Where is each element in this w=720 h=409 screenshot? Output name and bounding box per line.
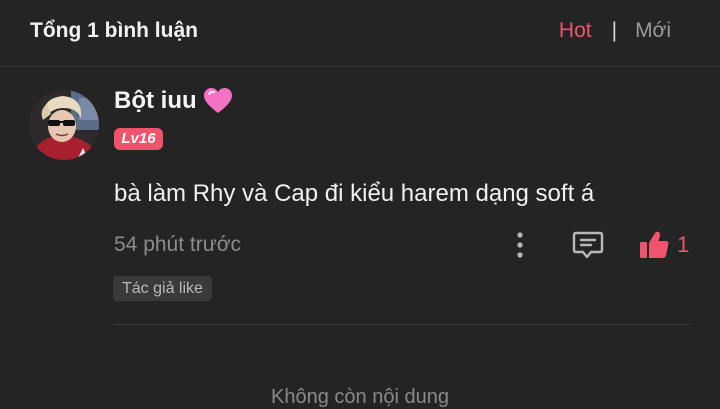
- divider: [113, 324, 690, 325]
- comments-header: Tổng 1 bình luận Hot | Mới: [0, 0, 720, 67]
- sort-new-tab[interactable]: Mới: [635, 19, 671, 43]
- no-more-content-text: Không còn nội dung: [271, 386, 449, 408]
- more-options-icon[interactable]: [510, 230, 530, 260]
- reply-icon[interactable]: [572, 230, 604, 260]
- sort-options: Hot | Mới: [559, 19, 671, 43]
- like-count: 1: [677, 232, 690, 257]
- author-liked-badge: Tác giả like: [113, 276, 212, 301]
- comment-text: bà làm Rhy và Cap đi kiểu harem dạng sof…: [114, 180, 595, 207]
- sort-separator: |: [611, 19, 618, 42]
- sort-hot-tab[interactable]: Hot: [559, 19, 592, 43]
- comment-username[interactable]: Bột iuu: [114, 87, 233, 115]
- like-button[interactable]: 1: [638, 229, 689, 261]
- comment-timestamp: 54 phút trước: [114, 233, 242, 256]
- avatar[interactable]: [29, 90, 99, 160]
- thumbs-up-icon: [640, 231, 669, 258]
- level-badge: Lv16: [114, 128, 163, 150]
- pink-heart-icon: [203, 87, 233, 115]
- comment-count-title: Tổng 1 bình luận: [30, 19, 198, 42]
- username-text: Bột iuu: [114, 87, 197, 114]
- avatar-image: [29, 90, 99, 160]
